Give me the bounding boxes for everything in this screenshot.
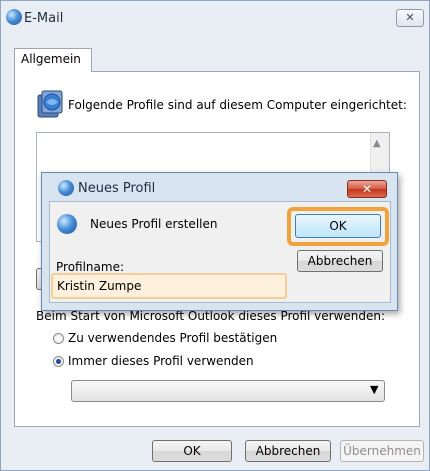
- dialog-cancel-button[interactable]: Abbrechen: [297, 250, 383, 272]
- scroll-up-icon[interactable]: ▲: [373, 138, 381, 149]
- dialog-close-button[interactable]: ✕: [347, 180, 387, 198]
- tab-allgemein[interactable]: Allgemein: [14, 48, 92, 72]
- radio-always-profile[interactable]: [53, 356, 64, 367]
- outlook-globe-icon: [6, 9, 22, 25]
- apply-button[interactable]: Übernehmen: [340, 440, 424, 462]
- outlook-globe-icon: [57, 214, 77, 234]
- profile-name-input[interactable]: [54, 276, 284, 296]
- profile-select[interactable]: [71, 380, 385, 402]
- radio-confirm-profile[interactable]: [53, 333, 64, 344]
- window-title: E-Mail: [24, 11, 64, 26]
- profiles-description: Folgende Profile sind auf diesem Compute…: [68, 98, 407, 112]
- radio-always-label[interactable]: Immer dieses Profil verwenden: [68, 354, 254, 368]
- profile-name-label: Profilname:: [56, 260, 125, 274]
- dialog-title: Neues Profil: [78, 181, 156, 196]
- radio-confirm-label[interactable]: Zu verwendendes Profil bestätigen: [68, 331, 277, 345]
- cancel-button[interactable]: Abbrechen: [245, 440, 331, 462]
- dialog-ok-button[interactable]: OK: [295, 214, 381, 238]
- outlook-globe-icon: [58, 180, 74, 196]
- chevron-down-icon[interactable]: ▼: [370, 383, 378, 396]
- dialog-create-text: Neues Profil erstellen: [90, 217, 218, 231]
- startup-description: Beim Start von Microsoft Outlook dieses …: [36, 309, 386, 323]
- profiles-icon: [36, 87, 68, 119]
- ok-button[interactable]: OK: [152, 440, 232, 462]
- window-close-button[interactable]: ✕: [396, 9, 424, 27]
